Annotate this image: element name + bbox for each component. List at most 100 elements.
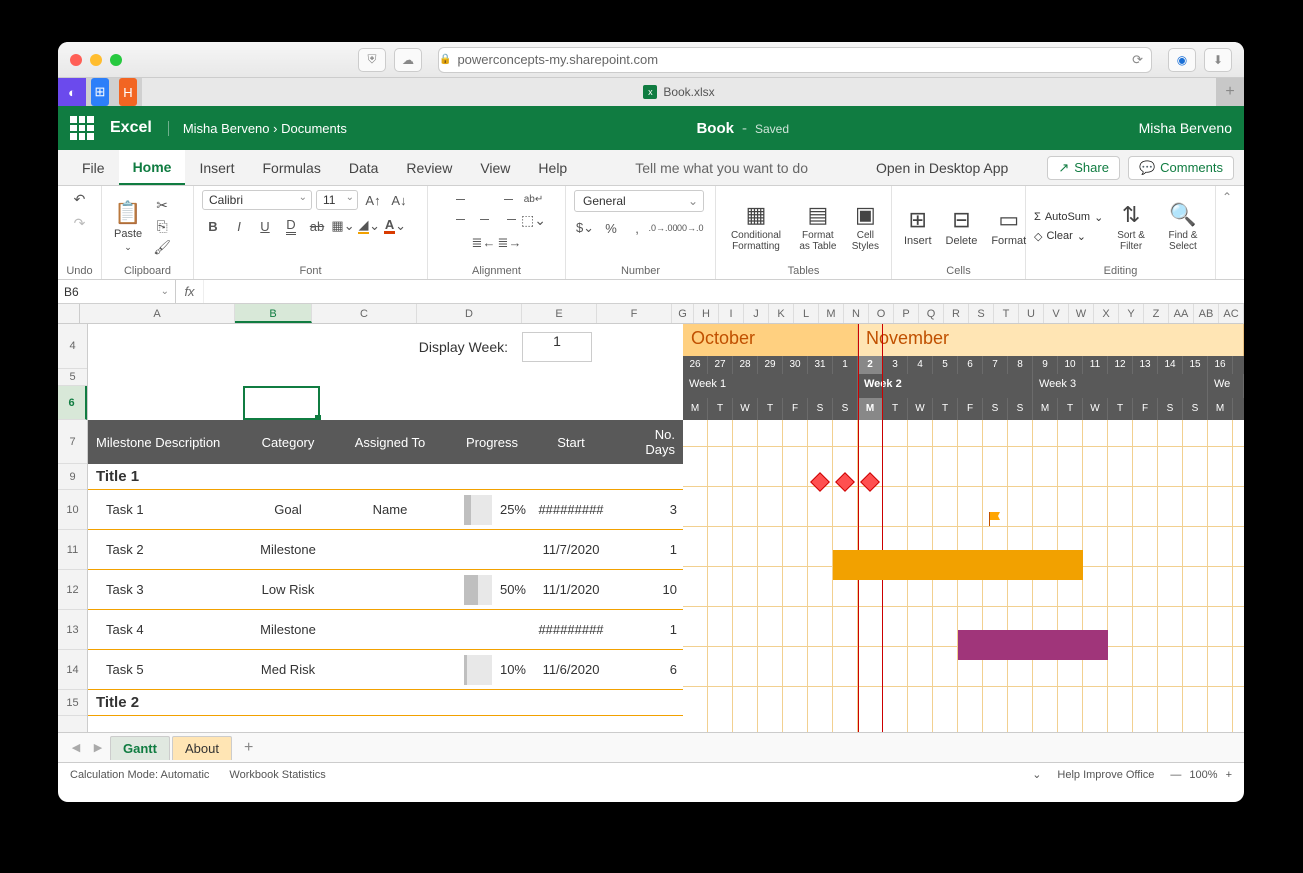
percent-button[interactable]: %: [600, 218, 622, 238]
col-header-C[interactable]: C: [312, 304, 417, 323]
comma-button[interactable]: ,: [626, 218, 648, 238]
start-date[interactable]: 11/6/2020: [526, 662, 616, 677]
merge-button[interactable]: ⬚⌄: [524, 211, 544, 229]
font-size-select[interactable]: 11: [316, 190, 358, 210]
underline-button[interactable]: U: [254, 216, 276, 236]
strikethrough-button[interactable]: ab: [306, 216, 328, 236]
col-header-S[interactable]: S: [969, 304, 994, 323]
url-bar[interactable]: 🔒powerconcepts-my.sharepoint.com⟳: [438, 47, 1152, 73]
breadcrumb[interactable]: Misha Berveno › Documents: [168, 121, 347, 136]
sheet-nav-prev[interactable]: ◀: [66, 741, 86, 754]
title-2[interactable]: Title 2: [88, 690, 683, 716]
col-header-Z[interactable]: Z: [1144, 304, 1169, 323]
indent-inc-button[interactable]: ≣→: [499, 233, 521, 253]
window-controls[interactable]: [70, 54, 122, 66]
data-row-4[interactable]: Task 5Med Risk10%11/6/20206: [88, 650, 683, 690]
number-format-select[interactable]: General: [574, 190, 704, 212]
col-header-F[interactable]: F: [597, 304, 672, 323]
sheet-tab-gantt[interactable]: Gantt: [110, 736, 170, 760]
row-header-12[interactable]: 12: [58, 570, 87, 610]
tell-me-search[interactable]: Tell me what you want to do: [621, 150, 822, 185]
formula-bar-input[interactable]: [204, 280, 1244, 303]
maximize-btn[interactable]: [110, 54, 122, 66]
font-name-select[interactable]: Calibri: [202, 190, 312, 210]
col-header-AB[interactable]: AB: [1194, 304, 1219, 323]
task-name[interactable]: Task 3: [88, 582, 242, 597]
assigned-to[interactable]: Name: [334, 502, 446, 517]
font-color-button[interactable]: A⌄: [384, 216, 406, 236]
selected-cell-b6[interactable]: [243, 386, 320, 420]
ext-1password-icon[interactable]: ◉: [1168, 48, 1196, 72]
sort-filter-button[interactable]: ⇅Sort & Filter: [1109, 200, 1153, 254]
start-date[interactable]: 11/1/2020: [526, 582, 616, 597]
tab-review[interactable]: Review: [392, 150, 466, 185]
align-middle[interactable]: [474, 191, 496, 209]
align-right[interactable]: [498, 211, 520, 229]
row-header-10[interactable]: 10: [58, 490, 87, 530]
ext-icon-3[interactable]: H: [114, 78, 142, 106]
col-header-E[interactable]: E: [522, 304, 597, 323]
redo-button[interactable]: ↷: [70, 214, 90, 232]
user-name[interactable]: Misha Berveno: [1139, 120, 1232, 136]
calc-mode[interactable]: Calculation Mode: Automatic: [70, 769, 209, 781]
col-header-L[interactable]: L: [794, 304, 819, 323]
task-name[interactable]: Task 1: [88, 502, 242, 517]
fill-color-button[interactable]: ◢⌄: [358, 216, 380, 236]
num-days[interactable]: 10: [616, 582, 683, 597]
data-row-1[interactable]: Task 2Milestone11/7/20201: [88, 530, 683, 570]
num-days[interactable]: 3: [616, 502, 683, 517]
tab-data[interactable]: Data: [335, 150, 393, 185]
col-header-J[interactable]: J: [744, 304, 769, 323]
name-box[interactable]: B6: [58, 280, 176, 303]
col-header-W[interactable]: W: [1069, 304, 1094, 323]
currency-button[interactable]: $⌄: [574, 218, 596, 238]
category[interactable]: Low Risk: [242, 582, 334, 597]
progress[interactable]: 10%: [446, 655, 526, 685]
italic-button[interactable]: I: [228, 216, 250, 236]
col-header-Q[interactable]: Q: [919, 304, 944, 323]
downloads-icon[interactable]: ⬇: [1204, 48, 1232, 72]
category[interactable]: Goal: [242, 502, 334, 517]
dec-decimal-button[interactable]: .00→.0: [678, 218, 700, 238]
col-header-D[interactable]: D: [417, 304, 522, 323]
wrap-text-button[interactable]: ab↵: [524, 190, 544, 208]
row-header-6[interactable]: 6: [58, 386, 87, 420]
undo-button[interactable]: ↶: [70, 190, 90, 208]
align-left[interactable]: [450, 211, 472, 229]
task-name[interactable]: Task 2: [88, 542, 242, 557]
row-header-5[interactable]: 5: [58, 369, 87, 386]
align-bottom[interactable]: [498, 191, 520, 209]
col-header-X[interactable]: X: [1094, 304, 1119, 323]
data-row-0[interactable]: Task 1GoalName25%#########3: [88, 490, 683, 530]
insert-cell-button[interactable]: ⊞Insert: [900, 205, 936, 249]
col-header-U[interactable]: U: [1019, 304, 1044, 323]
autosum-button[interactable]: Σ AutoSum ⌄: [1034, 211, 1103, 224]
col-header-AA[interactable]: AA: [1169, 304, 1194, 323]
clear-button[interactable]: ◇ Clear ⌄: [1034, 230, 1103, 243]
task-name[interactable]: Task 5: [88, 662, 242, 677]
align-buttons[interactable]: [450, 191, 520, 229]
inc-decimal-button[interactable]: .0→.00: [652, 218, 674, 238]
row-header-13[interactable]: 13: [58, 610, 87, 650]
close-btn[interactable]: [70, 54, 82, 66]
title-1[interactable]: Title 1: [88, 464, 683, 490]
category[interactable]: Milestone: [242, 542, 334, 557]
row-header-15[interactable]: 15: [58, 690, 87, 716]
align-center[interactable]: [474, 211, 496, 229]
double-underline-button[interactable]: D: [280, 216, 302, 236]
col-header-G[interactable]: G: [672, 304, 694, 323]
category[interactable]: Milestone: [242, 622, 334, 637]
tab-home[interactable]: Home: [119, 150, 186, 185]
col-header-I[interactable]: I: [719, 304, 744, 323]
col-header-O[interactable]: O: [869, 304, 894, 323]
copy-button[interactable]: ⎘: [152, 218, 172, 236]
bold-button[interactable]: B: [202, 216, 224, 236]
cloud-icon[interactable]: ☁: [394, 48, 422, 72]
col-header-R[interactable]: R: [944, 304, 969, 323]
category[interactable]: Med Risk: [242, 662, 334, 677]
col-header-P[interactable]: P: [894, 304, 919, 323]
col-header-T[interactable]: T: [994, 304, 1019, 323]
app-launcher-icon[interactable]: [70, 116, 94, 140]
progress[interactable]: 50%: [446, 575, 526, 605]
share-button[interactable]: ↗Share: [1047, 156, 1120, 180]
